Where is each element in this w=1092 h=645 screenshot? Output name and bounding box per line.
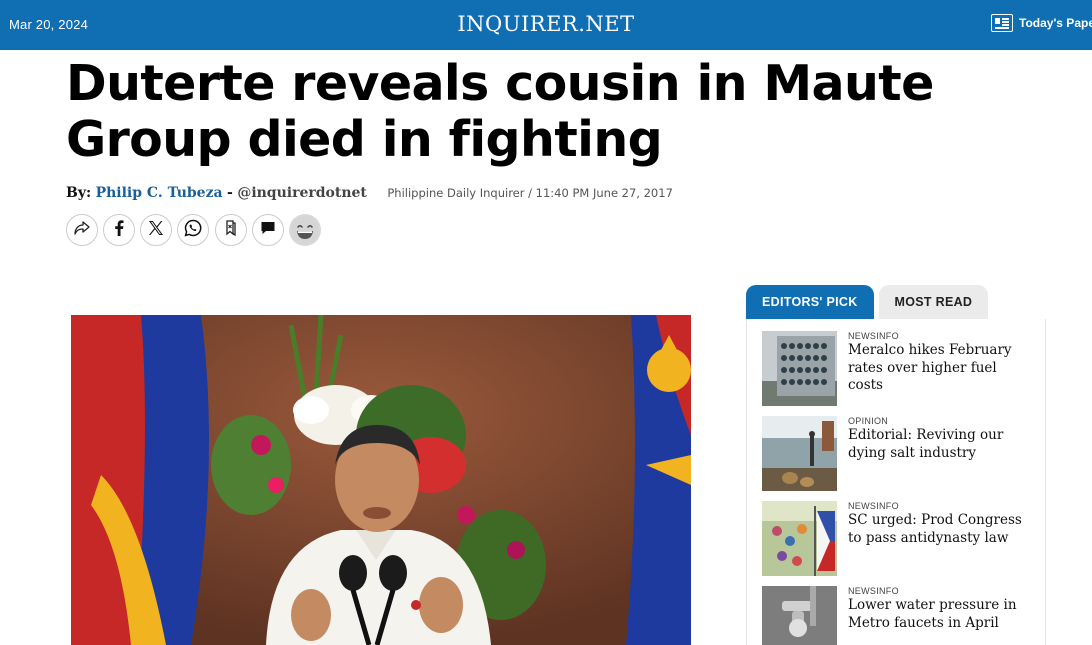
byline: By: Philip C. Tubeza - @inquirerdotnet P… xyxy=(66,185,673,201)
bookmark-icon xyxy=(223,219,239,242)
list-item[interactable]: NEWSINFO SC urged: Prod Congress to pass… xyxy=(762,489,1037,576)
top-bar: Mar 20, 2024 INQUIRER.NET Today's Paper xyxy=(0,0,1092,50)
list-item-text: NEWSINFO SC urged: Prod Congress to pass… xyxy=(848,501,1028,547)
article-headline: Duterte reveals cousin in Maute Group di… xyxy=(66,55,934,168)
list-item-text: NEWSINFO Lower water pressure in Metro f… xyxy=(848,586,1028,632)
tab-editors-pick[interactable]: EDITORS' PICK xyxy=(746,285,874,319)
item-category[interactable]: NEWSINFO xyxy=(848,586,1028,596)
todays-paper-label: Today's Paper xyxy=(1019,16,1092,30)
list-item[interactable]: NEWSINFO Meralco hikes February rates ov… xyxy=(762,319,1037,406)
item-category[interactable]: NEWSINFO xyxy=(848,331,1028,341)
x-icon xyxy=(148,220,164,241)
item-title[interactable]: SC urged: Prod Congress to pass antidyna… xyxy=(848,512,1028,547)
editors-pick-panel: NEWSINFO Meralco hikes February rates ov… xyxy=(746,319,1046,645)
list-item[interactable]: OPINION Editorial: Reviving our dying sa… xyxy=(762,404,1037,491)
article-source-timestamp: Philippine Daily Inquirer / 11:40 PM Jun… xyxy=(387,186,673,200)
article-thumbnail[interactable] xyxy=(762,501,837,576)
tab-most-read[interactable]: MOST READ xyxy=(878,285,989,319)
facebook-icon xyxy=(114,219,124,241)
reaction-button[interactable] xyxy=(289,214,321,246)
comment-icon xyxy=(260,220,276,241)
byline-separator: - xyxy=(227,185,233,201)
todays-paper-link[interactable]: Today's Paper xyxy=(991,13,1092,33)
newspaper-icon xyxy=(991,14,1013,32)
item-title[interactable]: Lower water pressure in Metro faucets in… xyxy=(848,597,1028,632)
whatsapp-icon xyxy=(184,219,202,242)
item-category[interactable]: OPINION xyxy=(848,416,1028,426)
item-category[interactable]: NEWSINFO xyxy=(848,501,1028,511)
article-photo xyxy=(71,315,691,645)
share-button[interactable] xyxy=(66,214,98,246)
author-handle[interactable]: @inquirerdotnet xyxy=(237,185,367,201)
x-share-button[interactable] xyxy=(140,214,172,246)
comment-button[interactable] xyxy=(252,214,284,246)
item-title[interactable]: Editorial: Reviving our dying salt indus… xyxy=(848,427,1028,462)
author-link[interactable]: Philip C. Tubeza xyxy=(96,185,223,201)
site-logo[interactable]: INQUIRER.NET xyxy=(0,12,1092,36)
article-thumbnail[interactable] xyxy=(762,416,837,491)
facebook-share-button[interactable] xyxy=(103,214,135,246)
bookmark-button[interactable] xyxy=(215,214,247,246)
article-thumbnail[interactable] xyxy=(762,586,837,645)
list-item[interactable]: NEWSINFO Lower water pressure in Metro f… xyxy=(762,574,1037,645)
share-bar xyxy=(66,214,321,246)
list-item-text: NEWSINFO Meralco hikes February rates ov… xyxy=(848,331,1028,395)
byline-prefix: By: xyxy=(66,185,92,201)
list-item-text: OPINION Editorial: Reviving our dying sa… xyxy=(848,416,1028,462)
article-thumbnail[interactable] xyxy=(762,331,837,406)
laugh-emoji-icon xyxy=(290,215,320,245)
item-title[interactable]: Meralco hikes February rates over higher… xyxy=(848,342,1028,395)
sidebar-tabs: EDITORS' PICK MOST READ xyxy=(746,285,993,319)
whatsapp-share-button[interactable] xyxy=(177,214,209,246)
share-icon xyxy=(74,220,90,240)
